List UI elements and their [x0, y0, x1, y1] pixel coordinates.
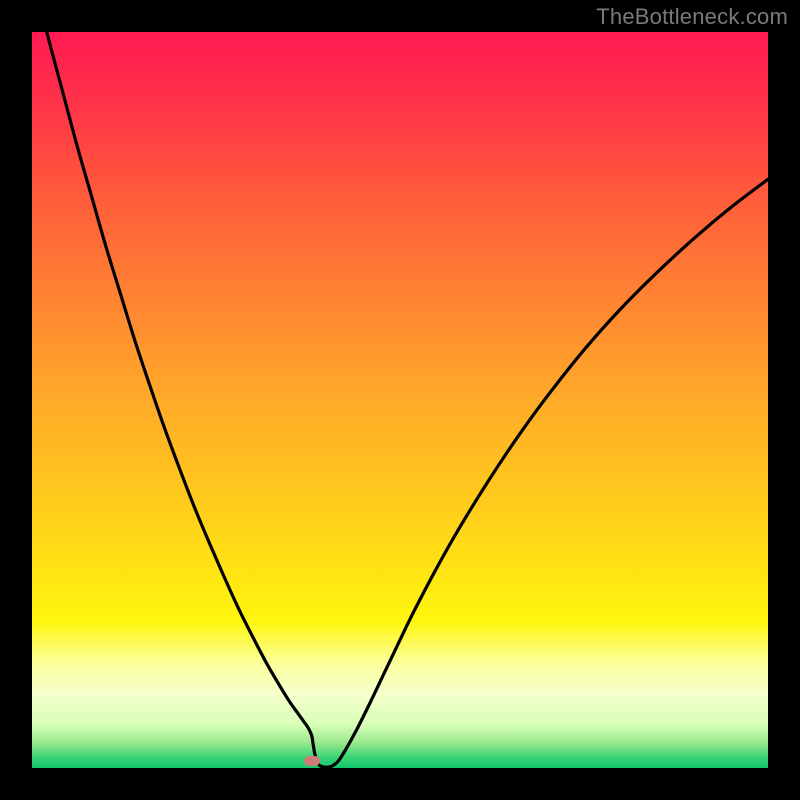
optimal-point-marker: [304, 756, 320, 766]
plot-area: [32, 32, 768, 768]
bottleneck-curve: [32, 32, 768, 768]
watermark-text: TheBottleneck.com: [596, 4, 788, 30]
outer-frame: TheBottleneck.com: [0, 0, 800, 800]
